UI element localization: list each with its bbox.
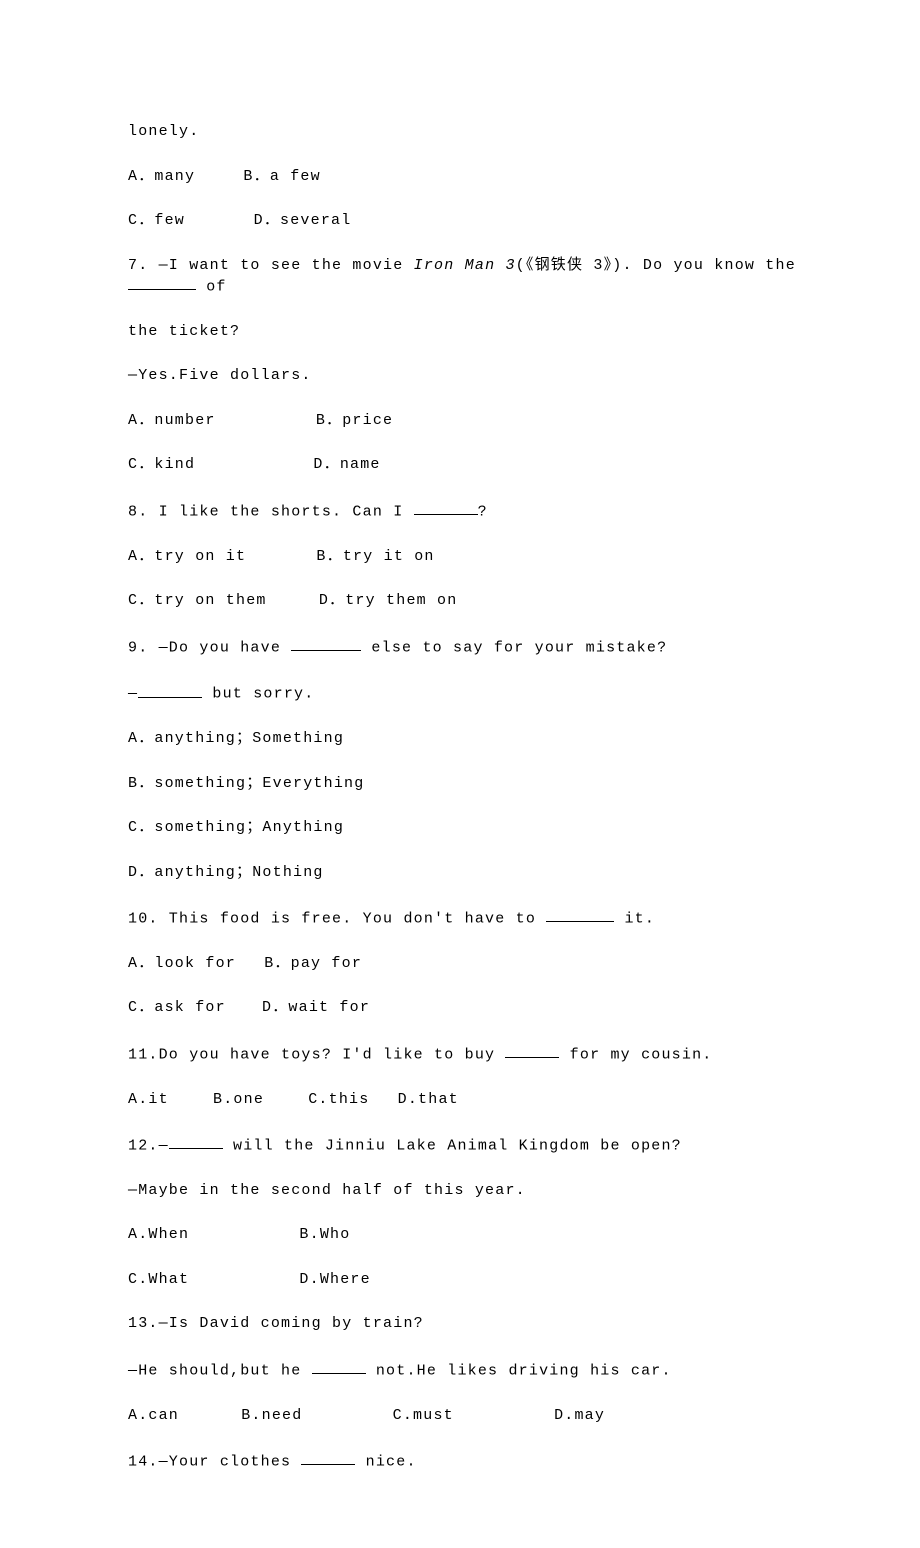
q7-text-a: 7. —I want to see the movie — [128, 257, 414, 274]
q13-line1: 13.—Is David coming by train? — [128, 1314, 820, 1334]
q10-opt-b: B．pay for — [264, 954, 362, 974]
q8-opts-row2: C．try on them D．try them on — [128, 591, 820, 611]
q11-opt-b: B.one — [213, 1090, 264, 1110]
q10-opt-d: D．wait for — [262, 998, 370, 1018]
blank-icon — [169, 1134, 223, 1149]
q12-opt-b: B.Who — [299, 1225, 350, 1245]
q13-text-b: not.He likes driving his car. — [366, 1362, 672, 1379]
q9-line2: — but sorry. — [128, 682, 820, 704]
q12-line1: 12.— will the Jinniu Lake Animal Kingdom… — [128, 1134, 820, 1156]
q9-text-a: 9. —Do you have — [128, 639, 291, 656]
q7-opt-a: A．number — [128, 411, 216, 431]
q7-line3: —Yes.Five dollars. — [128, 366, 820, 386]
q10-line1: 10. This food is free. You don't have to… — [128, 907, 820, 929]
q10-opt-a: A．look for — [128, 954, 236, 974]
q11-opt-c: C.this — [308, 1090, 369, 1110]
q6-opt-d: D．several — [254, 211, 352, 231]
q11-text-b: for my cousin. — [559, 1046, 712, 1063]
q9-opt-a: A．anything；Something — [128, 729, 820, 749]
q10-text-b: it. — [614, 910, 655, 927]
q7-opt-d: D．name — [313, 455, 380, 475]
q6-opt-b: B．a few — [243, 167, 320, 187]
q7-line2: the ticket? — [128, 322, 820, 342]
q12-opt-d: D.Where — [299, 1270, 370, 1290]
q9-text-2a: — — [128, 686, 138, 703]
q8-text-a: 8. I like the shorts. Can I — [128, 503, 414, 520]
orphan-line: lonely. — [128, 122, 820, 142]
q10-text-a: 10. This food is free. You don't have to — [128, 910, 546, 927]
document-page: lonely. A．many B．a few C．few D．several 7… — [0, 0, 920, 1548]
q12-opt-a: A.When — [128, 1225, 189, 1245]
q8-opts-row1: A．try on it B．try it on — [128, 547, 820, 567]
q9-text-2b: but sorry. — [202, 686, 314, 703]
q8-text-b: ? — [478, 503, 488, 520]
q7-line1: 7. —I want to see the movie Iron Man 3(《… — [128, 256, 820, 297]
q12-text-a: 12.— — [128, 1137, 169, 1154]
q6-opt-a: A．many — [128, 167, 195, 187]
blank-icon — [138, 682, 202, 697]
q11-opt-a: A.it — [128, 1090, 169, 1110]
q13-text-a: —He should,but he — [128, 1362, 312, 1379]
q8-opt-d: D．try them on — [319, 591, 458, 611]
q12-opt-c: C.What — [128, 1270, 189, 1290]
blank-icon — [546, 907, 614, 922]
q12-opts-row1: A.When B.Who — [128, 1225, 820, 1245]
q9-text-b: else to say for your mistake? — [361, 639, 667, 656]
q10-opt-c: C．ask for — [128, 998, 226, 1018]
q8-line1: 8. I like the shorts. Can I ? — [128, 500, 820, 522]
blank-icon — [331, 636, 361, 651]
q10-opts-row1: A．look for B．pay for — [128, 954, 820, 974]
q8-opt-c: C．try on them — [128, 591, 267, 611]
blank-icon — [301, 1450, 355, 1465]
q6-opt-c: C．few — [128, 211, 185, 231]
q9-opt-d: D．anything；Nothing — [128, 863, 820, 883]
q11-text-a: 11.Do you have toys? I'd like to buy — [128, 1046, 505, 1063]
q14-text-b: nice. — [355, 1453, 416, 1470]
blank-icon — [291, 636, 331, 651]
q7-opts-row2: C．kind D．name — [128, 455, 820, 475]
blank-icon — [128, 275, 196, 290]
q12-opts-row2: C.What D.Where — [128, 1270, 820, 1290]
q11-line1: 11.Do you have toys? I'd like to buy for… — [128, 1043, 820, 1065]
q7-text-b: (《钢铁侠 3》). Do you know the — [516, 257, 796, 274]
q8-opt-b: B．try it on — [316, 547, 434, 567]
q7-text-c: of — [196, 278, 227, 295]
q7-movie-title: Iron Man 3 — [414, 257, 516, 274]
q13-opt-b: B.need — [241, 1406, 302, 1426]
q14-text-a: 14.—Your clothes — [128, 1453, 301, 1470]
q7-opt-c: C．kind — [128, 455, 195, 475]
blank-icon — [312, 1359, 366, 1374]
q12-line2: —Maybe in the second half of this year. — [128, 1181, 820, 1201]
q14-line1: 14.—Your clothes nice. — [128, 1450, 820, 1472]
q13-opts: A.can B.need C.must D.may — [128, 1406, 820, 1426]
q13-opt-a: A.can — [128, 1406, 179, 1426]
q9-opt-c: C．something；Anything — [128, 818, 820, 838]
q7-opt-b: B．price — [316, 411, 393, 431]
q13-opt-d: D.may — [554, 1406, 605, 1426]
q7-opts-row1: A．number B．price — [128, 411, 820, 431]
q12-text-b: will the Jinniu Lake Animal Kingdom be o… — [223, 1137, 682, 1154]
q11-opt-d: D.that — [398, 1090, 459, 1110]
q8-opt-a: A．try on it — [128, 547, 246, 567]
q9-opt-b: B．something；Everything — [128, 774, 820, 794]
q9-line1: 9. —Do you have else to say for your mis… — [128, 636, 820, 658]
q6-opts-row1: A．many B．a few — [128, 167, 820, 187]
q10-opts-row2: C．ask for D．wait for — [128, 998, 820, 1018]
q13-opt-c: C.must — [393, 1406, 454, 1426]
blank-icon — [505, 1043, 559, 1058]
q6-opts-row2: C．few D．several — [128, 211, 820, 231]
q11-opts: A.it B.one C.this D.that — [128, 1090, 820, 1110]
blank-icon — [414, 500, 478, 515]
q13-line2: —He should,but he not.He likes driving h… — [128, 1359, 820, 1381]
